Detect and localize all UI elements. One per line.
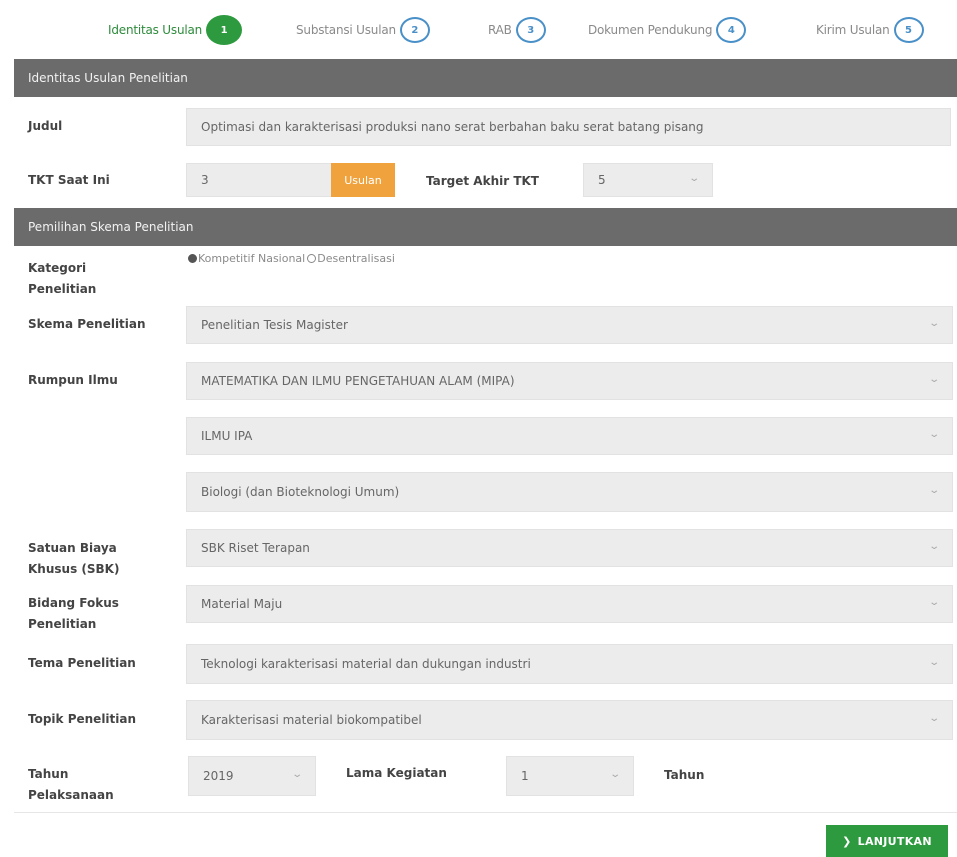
- tkt-input[interactable]: 3: [186, 163, 332, 197]
- topik-select[interactable]: Karakterisasi material biokompatibel ⌄: [186, 700, 953, 740]
- lama-label: Lama Kegiatan: [346, 766, 447, 780]
- lama-value: 1: [521, 769, 529, 783]
- rumpun-select-level1[interactable]: MATEMATIKA DAN ILMU PENGETAHUAN ALAM (MI…: [186, 362, 953, 400]
- step-label: Kirim Usulan: [816, 23, 890, 37]
- rumpun-select-level2[interactable]: ILMU IPA ⌄: [186, 417, 953, 455]
- radio-desentralisasi[interactable]: [307, 254, 317, 263]
- section-header-skema: Pemilihan Skema Penelitian: [14, 208, 957, 246]
- chevron-down-icon: ⌄: [290, 769, 303, 780]
- step-substansi-usulan[interactable]: Substansi Usulan 2: [296, 14, 430, 46]
- chevron-down-icon: ⌄: [927, 485, 940, 496]
- progress-stepper: Identitas Usulan 1 Substansi Usulan 2 RA…: [0, 14, 957, 46]
- rumpun-label: Rumpun Ilmu: [28, 373, 118, 387]
- tema-value: Teknologi karakterisasi material dan duk…: [201, 657, 531, 671]
- step-number: 1: [206, 15, 243, 45]
- lanjutkan-label: LANJUTKAN: [857, 834, 932, 848]
- chevron-down-icon: ⌄: [927, 713, 940, 724]
- chevron-down-icon: ⌄: [927, 657, 940, 668]
- lama-select[interactable]: 1 ⌄: [506, 756, 634, 796]
- kategori-radio-group: Kompetitif Nasional Desentralisasi: [188, 252, 395, 265]
- step-label: Substansi Usulan: [296, 23, 396, 37]
- sbk-value: SBK Riset Terapan: [201, 541, 310, 555]
- section-header-identitas: Identitas Usulan Penelitian: [14, 59, 957, 97]
- usulan-tkt-button[interactable]: Usulan: [331, 163, 395, 197]
- footer-divider: [14, 812, 957, 813]
- step-dokumen-pendukung[interactable]: Dokumen Pendukung 4: [588, 14, 747, 46]
- radio-label-desentralisasi: Desentralisasi: [317, 252, 395, 265]
- tahun-value: 2019: [203, 769, 234, 783]
- bidang-select[interactable]: Material Maju ⌄: [186, 585, 953, 623]
- judul-label: Judul: [28, 119, 63, 133]
- skema-label: Skema Penelitian: [28, 317, 146, 331]
- step-label: Identitas Usulan: [108, 23, 203, 37]
- step-rab[interactable]: RAB 3: [488, 14, 546, 46]
- tahun-select[interactable]: 2019 ⌄: [188, 756, 316, 796]
- rumpun-level2-value: ILMU IPA: [201, 429, 253, 443]
- skema-value: Penelitian Tesis Magister: [201, 318, 348, 332]
- tema-label: Tema Penelitian: [28, 656, 136, 670]
- tahun-unit: Tahun: [664, 768, 705, 782]
- step-number: 4: [716, 17, 747, 43]
- chevron-down-icon: ⌄: [927, 541, 940, 552]
- bidang-value: Material Maju: [201, 597, 283, 611]
- step-identitas-usulan[interactable]: Identitas Usulan 1: [108, 14, 243, 46]
- rumpun-select-level3[interactable]: Biologi (dan Bioteknologi Umum) ⌄: [186, 472, 953, 512]
- lanjutkan-button[interactable]: ❯ LANJUTKAN: [826, 825, 948, 857]
- tahun-label: Tahun Pelaksanaan: [28, 767, 114, 802]
- chevron-down-icon: ⌄: [927, 318, 940, 329]
- step-kirim-usulan[interactable]: Kirim Usulan 5: [816, 14, 924, 46]
- chevron-down-icon: ⌄: [927, 374, 940, 385]
- skema-select[interactable]: Penelitian Tesis Magister ⌄: [186, 306, 953, 344]
- tkt-label: TKT Saat Ini: [28, 173, 110, 187]
- rumpun-level3-value: Biologi (dan Bioteknologi Umum): [201, 485, 400, 499]
- chevron-down-icon: ⌄: [927, 429, 940, 440]
- radio-kompetitif-nasional[interactable]: [188, 254, 197, 263]
- tema-select[interactable]: Teknologi karakterisasi material dan duk…: [186, 644, 953, 684]
- kategori-label: Kategori Penelitian: [28, 261, 97, 296]
- topik-label: Topik Penelitian: [28, 712, 137, 726]
- judul-input[interactable]: Optimasi dan karakterisasi produksi nano…: [186, 108, 951, 146]
- chevron-down-icon: ⌄: [927, 597, 940, 608]
- chevron-down-icon: ⌄: [687, 173, 700, 184]
- chevron-right-icon: ❯: [842, 834, 852, 848]
- target-tkt-value: 5: [598, 173, 606, 187]
- step-number: 5: [893, 17, 924, 43]
- radio-label-kompetitif: Kompetitif Nasional: [198, 252, 306, 265]
- target-tkt-select[interactable]: 5 ⌄: [583, 163, 713, 197]
- sbk-select[interactable]: SBK Riset Terapan ⌄: [186, 529, 953, 567]
- bidang-label: Bidang Fokus Penelitian: [28, 596, 119, 631]
- sbk-label: Satuan Biaya Khusus (SBK): [28, 541, 120, 576]
- topik-value: Karakterisasi material biokompatibel: [201, 713, 422, 727]
- step-label: RAB: [488, 23, 512, 37]
- step-number: 2: [399, 17, 430, 43]
- rumpun-level1-value: MATEMATIKA DAN ILMU PENGETAHUAN ALAM (MI…: [201, 374, 515, 388]
- target-tkt-label: Target Akhir TKT: [426, 174, 539, 188]
- step-number: 3: [515, 17, 546, 43]
- chevron-down-icon: ⌄: [608, 769, 621, 780]
- step-label: Dokumen Pendukung: [588, 23, 713, 37]
